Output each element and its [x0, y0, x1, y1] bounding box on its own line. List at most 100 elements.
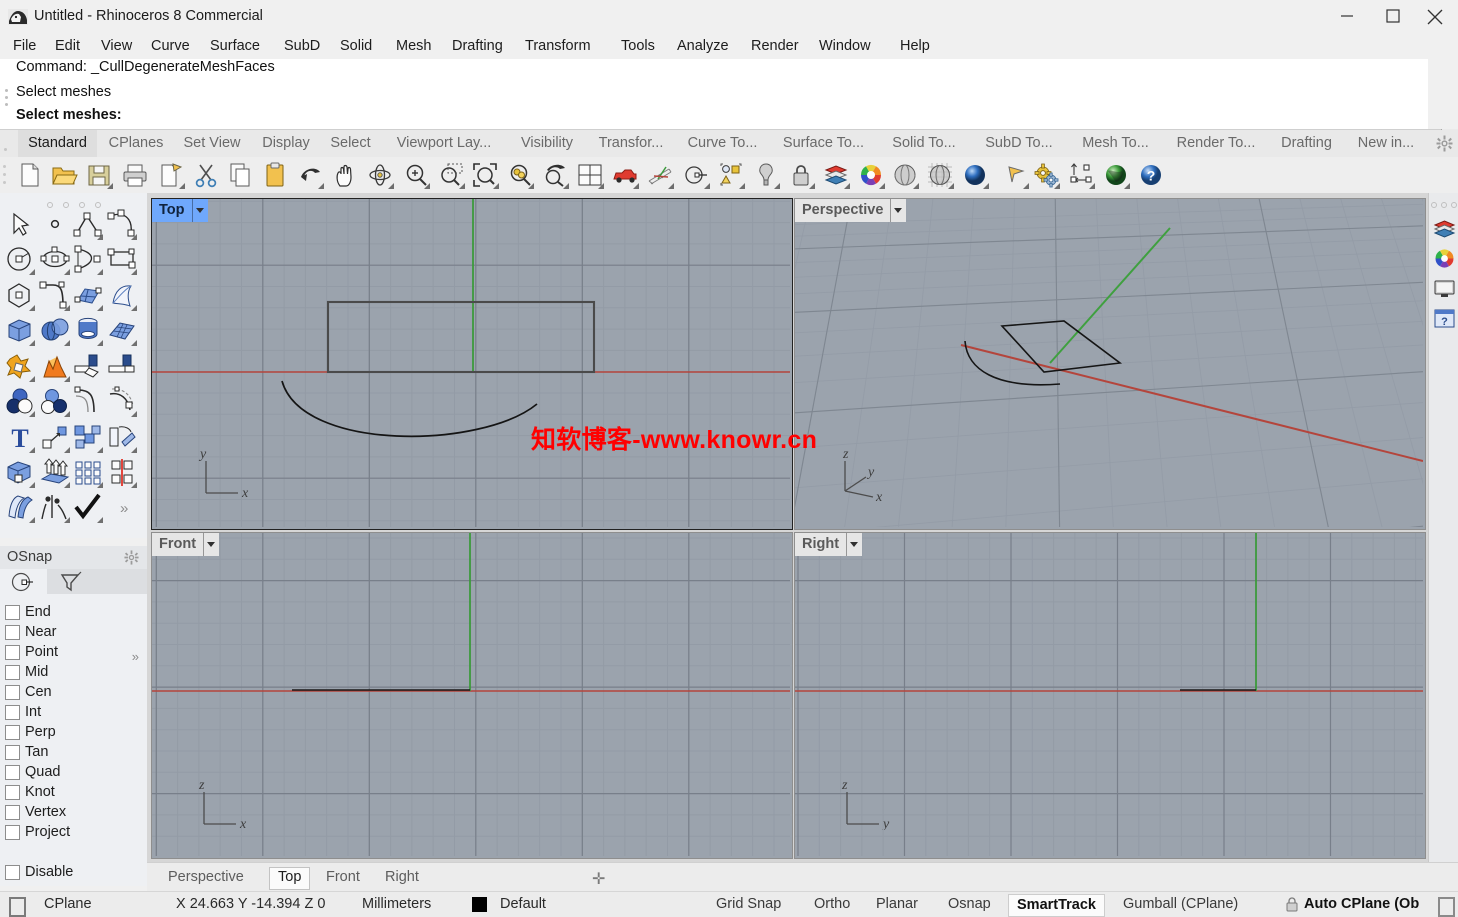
toolbar-tab-subd-tools[interactable]: SubD To... — [972, 130, 1066, 157]
cplane-icon[interactable] — [9, 897, 26, 917]
osnap-checkbox-cen[interactable]: Cen — [5, 682, 147, 702]
paste-icon[interactable] — [261, 161, 289, 189]
viewport-top-label[interactable]: Top — [152, 199, 208, 222]
chevron-down-icon[interactable] — [890, 199, 906, 222]
mirror-tool[interactable] — [106, 457, 138, 489]
status-units[interactable]: Millimeters — [362, 892, 431, 917]
lock-icon[interactable] — [787, 161, 815, 189]
layers-panel-icon[interactable] — [1433, 218, 1456, 241]
cut-scissors-icon[interactable] — [192, 161, 220, 189]
new-file-icon[interactable] — [16, 161, 44, 189]
menu-item-curve[interactable]: Curve — [144, 36, 197, 57]
chevron-down-icon[interactable] — [846, 533, 862, 556]
toolbar-tab-visibility[interactable]: Visibility — [509, 130, 585, 157]
array-tool[interactable] — [72, 457, 104, 489]
menu-item-view[interactable]: View — [94, 36, 139, 57]
toolbar-tab-solid-tools[interactable]: Solid To... — [879, 130, 969, 157]
chevron-down-icon[interactable] — [191, 199, 208, 222]
offset-surface-tool[interactable] — [106, 386, 138, 418]
status-toggle-smarttrack[interactable]: SmartTrack — [1008, 894, 1105, 917]
select-arrow-tool[interactable] — [4, 209, 36, 241]
mesh-tool[interactable] — [106, 315, 138, 347]
checkbox-box[interactable] — [5, 805, 20, 820]
viewport-right-label[interactable]: Right — [795, 533, 863, 556]
viewport-tab-top[interactable]: Top — [269, 867, 311, 890]
checkbox-box[interactable] — [5, 605, 20, 620]
copy-format-icon[interactable] — [157, 161, 185, 189]
viewport-top[interactable]: y x Top — [151, 198, 793, 530]
osnap-checkbox-perp[interactable]: Perp — [5, 722, 147, 742]
osnap-checkbox-near[interactable]: Near — [5, 622, 147, 642]
viewport-layout-icon[interactable] — [576, 161, 604, 189]
osnap-checkbox-point[interactable]: Point — [5, 642, 147, 662]
checkbox-box[interactable] — [5, 685, 20, 700]
status-layer-name[interactable]: Default — [500, 892, 546, 917]
close-button[interactable] — [1412, 0, 1458, 32]
toolbar-tab-viewport-layout[interactable]: Viewport Lay... — [382, 130, 506, 157]
viewport-perspective-label[interactable]: Perspective — [795, 199, 907, 222]
zoom-window-icon[interactable] — [437, 161, 465, 189]
osnap-checkbox-quad[interactable]: Quad — [5, 762, 147, 782]
toolbar-tab-select[interactable]: Select — [322, 130, 379, 157]
pan-hand-icon[interactable] — [331, 161, 359, 189]
toolbar-tab-transform[interactable]: Transfor... — [588, 130, 674, 157]
status-toggle-grid-snap[interactable]: Grid Snap — [716, 892, 781, 917]
viewport-front[interactable]: z x Front — [151, 532, 793, 859]
cursor-arrow-icon[interactable] — [1001, 161, 1029, 189]
checkbox-box[interactable] — [5, 665, 20, 680]
text-tool[interactable]: T — [4, 422, 36, 454]
grid-snap-icon[interactable] — [646, 161, 674, 189]
dimension-icon[interactable] — [1067, 161, 1095, 189]
toolbar-tab-drafting[interactable]: Drafting — [1270, 130, 1343, 157]
toolbar-tab-new-in[interactable]: New in... — [1346, 130, 1426, 157]
rendered-sphere-icon[interactable] — [961, 161, 989, 189]
split-tool[interactable] — [106, 351, 138, 383]
boolean-union-tool[interactable] — [4, 386, 36, 418]
viewport-tab-perspective[interactable]: Perspective — [159, 867, 253, 888]
checkbox-box[interactable] — [5, 625, 20, 640]
toolbar-tab-mesh-tools[interactable]: Mesh To... — [1069, 130, 1162, 157]
ellipse-tool[interactable] — [39, 244, 71, 276]
rotate-view-icon[interactable] — [366, 161, 394, 189]
menu-item-window[interactable]: Window — [812, 36, 878, 57]
boolean-split-tool[interactable] — [39, 351, 71, 383]
cylinder-tool[interactable] — [72, 315, 104, 347]
viewport-tab-right[interactable]: Right — [376, 867, 428, 888]
surface-from-points-tool[interactable] — [72, 280, 104, 312]
render-car-icon[interactable] — [611, 161, 639, 189]
surface-loft-tool[interactable] — [106, 280, 138, 312]
chevron-down-icon[interactable] — [203, 533, 219, 556]
status-bar-resize-handle[interactable] — [1438, 897, 1455, 917]
menu-item-render[interactable]: Render — [744, 36, 806, 57]
web-globe-icon[interactable] — [1102, 161, 1130, 189]
scale-tool[interactable] — [4, 457, 36, 489]
flow-along-surface-tool[interactable] — [4, 492, 36, 524]
checkbox-box[interactable] — [5, 745, 20, 760]
osnap-checkbox-vertex[interactable]: Vertex — [5, 802, 147, 822]
more-tools-chevron[interactable]: » — [106, 492, 138, 524]
rotate-tool[interactable] — [106, 422, 138, 454]
osnap-checkbox-tan[interactable]: Tan — [5, 742, 147, 762]
maximize-button[interactable] — [1370, 0, 1416, 32]
toolbar-tab-set-view[interactable]: Set View — [174, 130, 250, 157]
help-panel-icon[interactable]: ? — [1433, 307, 1456, 330]
menu-item-file[interactable]: File — [6, 36, 43, 57]
toolbar-tab-cplanes[interactable]: CPlanes — [101, 130, 171, 157]
copy-tool[interactable] — [72, 422, 104, 454]
undo-icon[interactable] — [296, 161, 324, 189]
toolbar-tab-render-tools[interactable]: Render To... — [1165, 130, 1267, 157]
status-toggle-gumball[interactable]: Gumball (CPlane) — [1123, 892, 1238, 917]
layers-icon[interactable] — [822, 161, 850, 189]
checkbox-box[interactable] — [5, 825, 20, 840]
move-tool[interactable] — [39, 422, 71, 454]
filter-funnel-tab-icon[interactable] — [47, 569, 94, 594]
status-toggle-planar[interactable]: Planar — [876, 892, 918, 917]
zoom-previous-icon[interactable] — [541, 161, 569, 189]
color-wheel-panel-icon[interactable] — [1433, 247, 1456, 270]
status-auto-cplane[interactable]: Auto CPlane (Ob — [1304, 892, 1419, 917]
circle-tool[interactable] — [4, 244, 36, 276]
viewport-tab-front[interactable]: Front — [317, 867, 369, 888]
check-tool[interactable] — [72, 492, 104, 524]
display-panel-icon[interactable] — [1433, 277, 1456, 300]
rectangle-tool[interactable] — [106, 244, 138, 276]
